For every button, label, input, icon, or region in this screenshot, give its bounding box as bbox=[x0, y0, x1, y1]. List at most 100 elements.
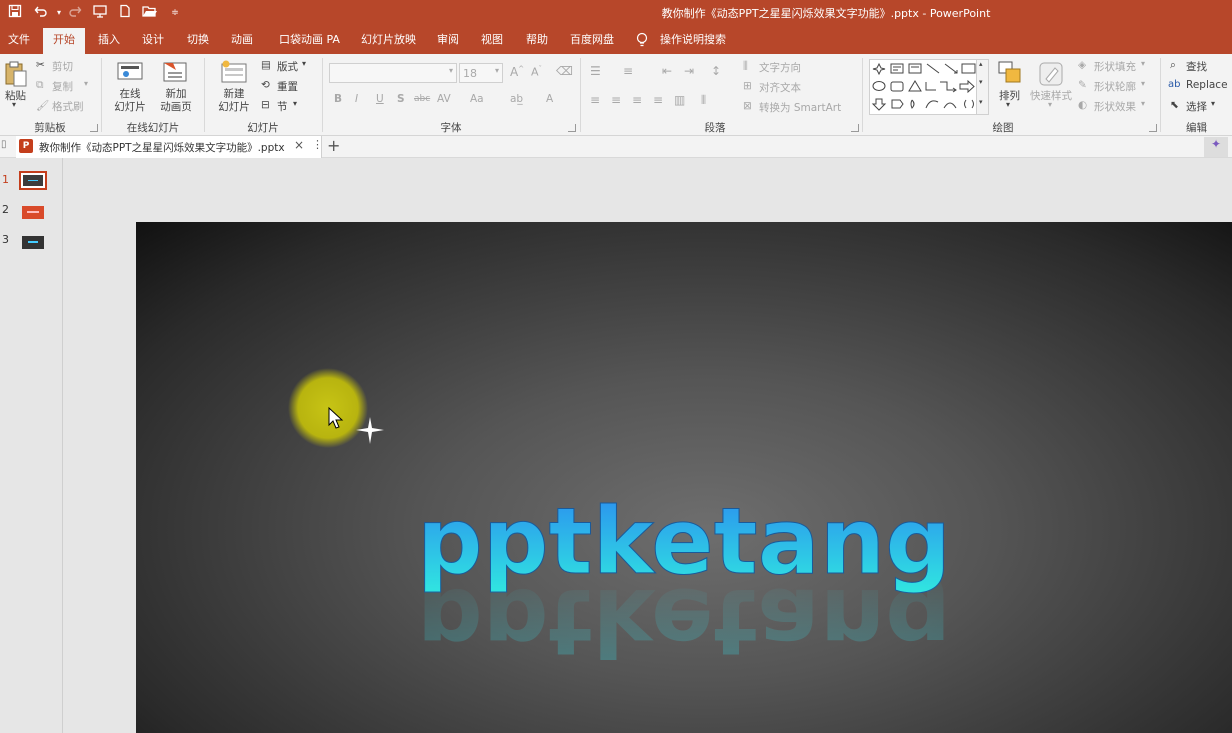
tab-help[interactable]: 帮助 bbox=[518, 26, 556, 54]
designer-icon[interactable]: ✦ bbox=[1204, 137, 1228, 157]
cut-button[interactable]: 剪切 bbox=[52, 59, 73, 74]
select-button[interactable]: 选择 bbox=[1186, 99, 1207, 114]
text-direction-button[interactable]: 文字方向 bbox=[759, 60, 801, 75]
font-launcher-icon[interactable] bbox=[568, 124, 576, 132]
copy-dropdown-icon[interactable]: ▾ bbox=[84, 79, 88, 88]
align-text-icon[interactable]: ⊞ bbox=[743, 80, 752, 92]
text-shadow-button[interactable]: S bbox=[397, 93, 405, 105]
grow-font-icon[interactable]: A^ bbox=[510, 65, 524, 79]
decrease-indent-icon[interactable]: ⇤ bbox=[662, 64, 672, 78]
replace-button[interactable]: Replace bbox=[1186, 79, 1228, 91]
shape-effects-icon[interactable]: ◐ bbox=[1078, 99, 1087, 111]
arrange-icon[interactable] bbox=[998, 61, 1022, 85]
chevron-up-icon[interactable]: ▴ bbox=[979, 60, 983, 68]
shape-outline-button[interactable]: 形状轮廓 bbox=[1094, 79, 1136, 94]
shape-outline-dropdown-icon[interactable]: ▾ bbox=[1141, 79, 1145, 88]
text-direction-icon[interactable]: ⫼ bbox=[743, 60, 748, 73]
align-left-icon[interactable]: ≡ bbox=[590, 93, 600, 107]
slide-thumbnail-1[interactable] bbox=[19, 171, 47, 190]
format-painter-icon[interactable]: 🖌 bbox=[36, 99, 49, 112]
tab-file[interactable]: 文件 bbox=[0, 26, 38, 54]
slide-thumbnail-3[interactable] bbox=[22, 236, 44, 249]
copy-icon[interactable]: ⧉ bbox=[36, 79, 44, 92]
shape-effects-button[interactable]: 形状效果 bbox=[1094, 99, 1136, 114]
section-button[interactable]: 节 bbox=[277, 99, 288, 114]
close-icon[interactable]: × bbox=[294, 138, 304, 152]
columns-icon[interactable]: ⫴ bbox=[701, 93, 706, 108]
new-tab-icon[interactable]: + bbox=[327, 136, 340, 155]
slide-thumbnail-2[interactable] bbox=[22, 206, 44, 219]
italic-button[interactable]: I bbox=[355, 93, 358, 105]
highlight-icon[interactable]: ab̲ bbox=[510, 93, 523, 105]
new-slide-icon[interactable] bbox=[221, 60, 247, 84]
arrange-dropdown-icon[interactable]: ▾ bbox=[1006, 100, 1010, 109]
strikethrough-button[interactable]: abc bbox=[414, 94, 430, 104]
numbering-icon[interactable]: ≡ bbox=[623, 64, 633, 78]
tab-insert[interactable]: 插入 bbox=[90, 26, 128, 54]
layout-icon[interactable]: ▤ bbox=[261, 59, 271, 71]
increase-indent-icon[interactable]: ⇥ bbox=[684, 64, 694, 78]
tab-slideshow[interactable]: 幻灯片放映 bbox=[353, 26, 424, 54]
tab-animations[interactable]: 动画 bbox=[223, 26, 261, 54]
find-icon[interactable]: ⌕ bbox=[1170, 59, 1176, 72]
shapes-gallery-scroll[interactable]: ▴ ▾ ▾ bbox=[976, 59, 989, 115]
section-dropdown-icon[interactable]: ▾ bbox=[293, 99, 297, 108]
copy-button[interactable]: 复制 bbox=[52, 79, 73, 94]
underline-button[interactable]: U bbox=[376, 93, 384, 105]
bullets-icon[interactable]: ☰ bbox=[590, 64, 601, 78]
slide[interactable]: pptketang pptketang bbox=[136, 222, 1232, 733]
smartart-icon[interactable]: ⊠ bbox=[743, 100, 752, 112]
tab-pocket-animation[interactable]: 口袋动画 PA bbox=[271, 26, 348, 54]
bold-button[interactable]: B bbox=[334, 93, 342, 105]
clear-formatting-icon[interactable]: ⌫ bbox=[556, 64, 573, 78]
drawing-launcher-icon[interactable] bbox=[1149, 124, 1157, 132]
format-painter-button[interactable]: 格式刷 bbox=[52, 99, 84, 114]
cut-icon[interactable]: ✂ bbox=[36, 59, 45, 71]
layout-button[interactable]: 版式 bbox=[277, 59, 298, 74]
shape-effects-dropdown-icon[interactable]: ▾ bbox=[1141, 99, 1145, 108]
distributed-icon[interactable]: ▥ bbox=[674, 93, 685, 107]
new-animation-page-button[interactable]: 新加 动画页 bbox=[155, 88, 197, 114]
tell-me-search[interactable]: 操作说明搜索 bbox=[652, 26, 734, 54]
tab-design[interactable]: 设计 bbox=[134, 26, 172, 54]
paragraph-launcher-icon[interactable] bbox=[851, 124, 859, 132]
tab-view[interactable]: 视图 bbox=[473, 26, 511, 54]
font-color-button[interactable]: A bbox=[546, 93, 553, 105]
tab-review[interactable]: 审阅 bbox=[429, 26, 467, 54]
reset-icon[interactable]: ⟲ bbox=[261, 79, 270, 91]
select-icon[interactable]: ⬉ bbox=[1170, 99, 1179, 111]
justify-icon[interactable]: ≡ bbox=[653, 93, 663, 107]
shape-fill-button[interactable]: 形状填充 bbox=[1094, 59, 1136, 74]
shape-fill-icon[interactable]: ◈ bbox=[1078, 59, 1086, 71]
online-slides-button[interactable]: 在线 幻灯片 bbox=[110, 88, 150, 114]
tab-baidu-netdisk[interactable]: 百度网盘 bbox=[562, 26, 622, 54]
select-dropdown-icon[interactable]: ▾ bbox=[1211, 99, 1215, 108]
shape-outline-icon[interactable]: ✎ bbox=[1078, 79, 1087, 91]
line-spacing-icon[interactable]: ↕ bbox=[711, 64, 721, 78]
chevron-down-icon[interactable]: ▾ bbox=[979, 78, 983, 86]
more-options-icon[interactable]: ⋮ bbox=[312, 138, 323, 151]
reset-button[interactable]: 重置 bbox=[277, 79, 298, 94]
new-slide-button[interactable]: 新建 幻灯片 bbox=[213, 88, 255, 114]
section-icon[interactable]: ⊟ bbox=[261, 99, 270, 111]
layout-dropdown-icon[interactable]: ▾ bbox=[302, 59, 306, 68]
font-size-select[interactable]: 18 ▾ bbox=[459, 63, 503, 83]
new-animation-page-icon[interactable] bbox=[163, 60, 189, 84]
replace-icon[interactable]: ab bbox=[1168, 79, 1180, 90]
document-tab[interactable]: P 教你制作《动态PPT之星星闪烁效果文字功能》.pptx × ⋮ bbox=[16, 136, 323, 158]
paste-dropdown-icon[interactable]: ▾ bbox=[12, 100, 16, 109]
find-button[interactable]: 查找 bbox=[1186, 59, 1207, 74]
tab-home[interactable]: 开始 bbox=[43, 28, 85, 54]
change-case-button[interactable]: Aa bbox=[470, 93, 484, 105]
quick-styles-dropdown-icon[interactable]: ▾ bbox=[1048, 100, 1052, 109]
font-family-select[interactable]: ▾ bbox=[329, 63, 457, 83]
align-text-button[interactable]: 对齐文本 bbox=[759, 80, 801, 95]
online-slides-icon[interactable] bbox=[117, 62, 143, 84]
character-spacing-button[interactable]: AV bbox=[437, 93, 451, 105]
shapes-gallery[interactable] bbox=[869, 59, 989, 115]
convert-smartart-button[interactable]: 转换为 SmartArt bbox=[759, 100, 841, 115]
quick-styles-icon[interactable] bbox=[1038, 61, 1064, 87]
align-right-icon[interactable]: ≡ bbox=[632, 93, 642, 107]
shape-fill-dropdown-icon[interactable]: ▾ bbox=[1141, 59, 1145, 68]
paste-icon[interactable] bbox=[4, 60, 28, 88]
